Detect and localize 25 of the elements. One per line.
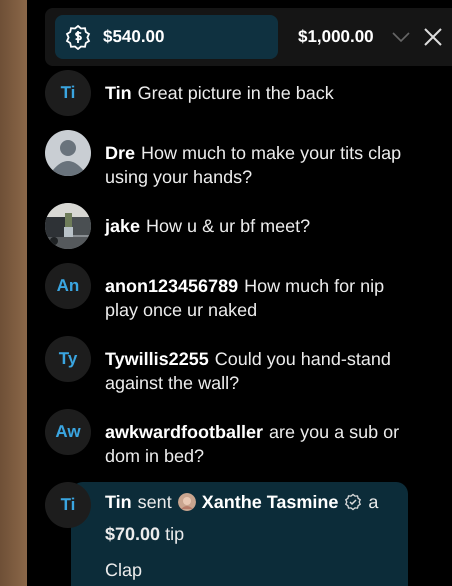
current-amount: $540.00 <box>103 27 164 47</box>
chat-message: anon123456789 How much for nip play once ur naked <box>105 275 386 322</box>
tip-amount: $70.00 tip <box>105 523 186 546</box>
tip-connector: a <box>368 491 378 514</box>
user-avatar: Ti <box>45 482 91 528</box>
goal-amount: $1,000.00 <box>298 27 374 47</box>
verified-icon <box>344 493 362 511</box>
creator-avatar-icon <box>178 493 196 511</box>
chat-message: Tin Great picture in the back <box>105 82 334 105</box>
chevron-down-icon[interactable] <box>392 32 410 42</box>
chat-message: awkwardfootballer are you a sub or dom in bed? <box>105 421 400 468</box>
dollar-badge-icon <box>65 24 91 50</box>
tip-note: Clap <box>105 559 144 582</box>
recipient-name: Xanthe Tasmine <box>202 491 338 514</box>
user-avatar: Ti <box>45 70 91 116</box>
sender-name: Tin <box>105 491 132 514</box>
user-avatar: An <box>45 263 91 309</box>
chat-message: jake How u & ur bf meet? <box>105 215 310 238</box>
chat-message: Tywillis2255 Could you hand-stand against the wall? <box>105 348 392 395</box>
close-icon[interactable] <box>424 28 442 46</box>
user-avatar: Ty <box>45 336 91 382</box>
default-avatar-icon <box>45 130 91 176</box>
tip-verb: sent <box>138 491 172 514</box>
user-avatar: Aw <box>45 409 91 455</box>
chat-message: Dre How much to make your tits clap using your hands? <box>105 142 402 189</box>
